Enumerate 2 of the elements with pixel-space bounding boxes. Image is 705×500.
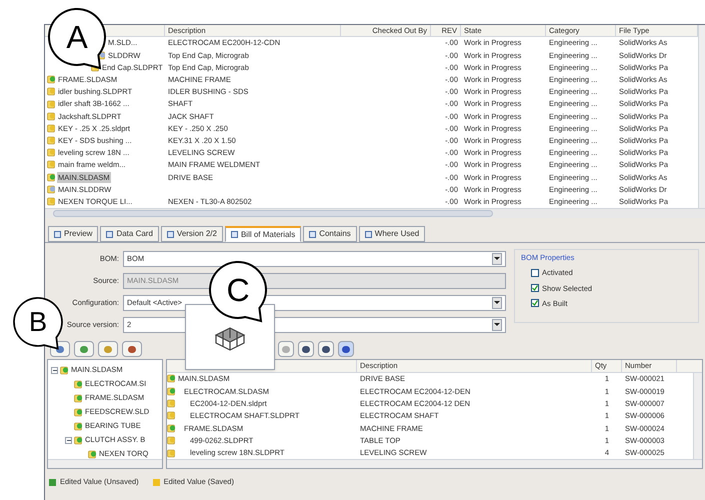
callout-letter: B xyxy=(28,306,48,338)
callout-letter: A xyxy=(65,18,89,56)
